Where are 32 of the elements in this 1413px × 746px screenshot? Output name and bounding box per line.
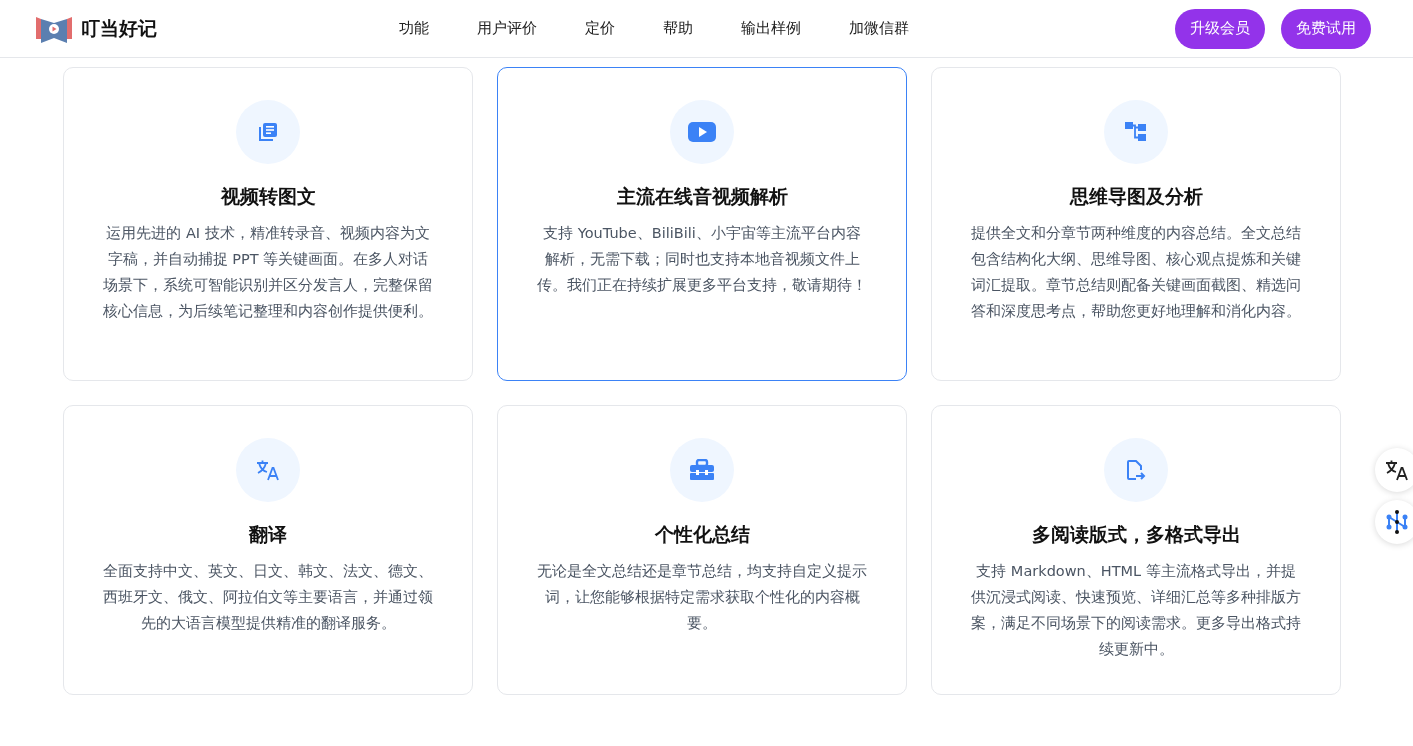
nodes-icon (1386, 510, 1408, 534)
nav-link[interactable]: 输出样例 (717, 19, 825, 38)
nav-link[interactable]: 定价 (561, 19, 639, 38)
feature-description: 提供全文和分章节两种维度的内容总结。全文总结包含结构化大纲、思维导图、核心观点提炼和关键词汇提取。章节总结则配备关键画面截图、精选问答和深度思考点，帮助您更好地理解和消化内容。 (970, 224, 1302, 321)
feature-title: 主流在线音视频解析 (616, 184, 788, 209)
upgrade-button[interactable]: 升级会员 (1175, 8, 1265, 49)
nav-link[interactable]: 帮助 (639, 19, 717, 38)
nav-link[interactable]: 加微信群 (825, 19, 933, 38)
translate-icon (256, 459, 280, 481)
feature-title: 翻译 (249, 522, 287, 547)
feature-description: 支持 Markdown、HTML 等主流格式导出，并提供沉浸式阅读、快速预览、详细汇总等多种排版方案，满足不同场景下的阅读需求。更多导出格式持续更新中。 (970, 562, 1302, 659)
translate-icon (1385, 459, 1409, 481)
feature-description: 运用先进的 AI 技术，精准转录音、视频内容为文字稿，并自动捕捉 PPT 等关键画面。在多人对话场景下，系统可智能识别并区分发言人，完整保留核心信息，为后续笔记整理和内容创作提供便利。 (102, 224, 434, 321)
brand-name: 叮当好记 (81, 15, 157, 41)
feature-title: 多阅读版式，多格式导出 (1031, 522, 1241, 547)
feature-description: 全面支持中文、英文、日文、韩文、法文、德文、西班牙文、俄文、阿拉伯文等主要语言，并通过领先的大语言模型提供精准的翻译服务。 (102, 562, 434, 633)
feature-description: 支持 YouTube、BiliBili、小宇宙等主流平台内容解析，无需下载；同时也支持本地音视频文件上传。我们正在持续扩展更多平台支持，敬请期待！ (536, 224, 868, 295)
floating-button[interactable] (1375, 448, 1413, 492)
file-export-icon (1126, 459, 1146, 481)
play-icon (688, 122, 716, 142)
nav-link[interactable]: 功能 (375, 19, 453, 38)
feature-title: 思维导图及分析 (1069, 184, 1203, 209)
free-trial-button[interactable]: 免费试用 (1281, 8, 1371, 49)
floating-button[interactable] (1375, 500, 1413, 544)
feature-title: 个性化总结 (654, 522, 750, 547)
toolbox-icon (689, 459, 715, 481)
logo-icon (35, 14, 73, 43)
feature-description: 无论是全文总结还是章节总结，均支持自定义提示词，让您能够根据特定需求获取个性化的内容概要。 (536, 562, 868, 633)
nav-link[interactable]: 用户评价 (453, 19, 561, 38)
documents-icon (257, 121, 279, 143)
mindmap-icon (1125, 122, 1147, 142)
feature-title: 视频转图文 (220, 184, 316, 209)
